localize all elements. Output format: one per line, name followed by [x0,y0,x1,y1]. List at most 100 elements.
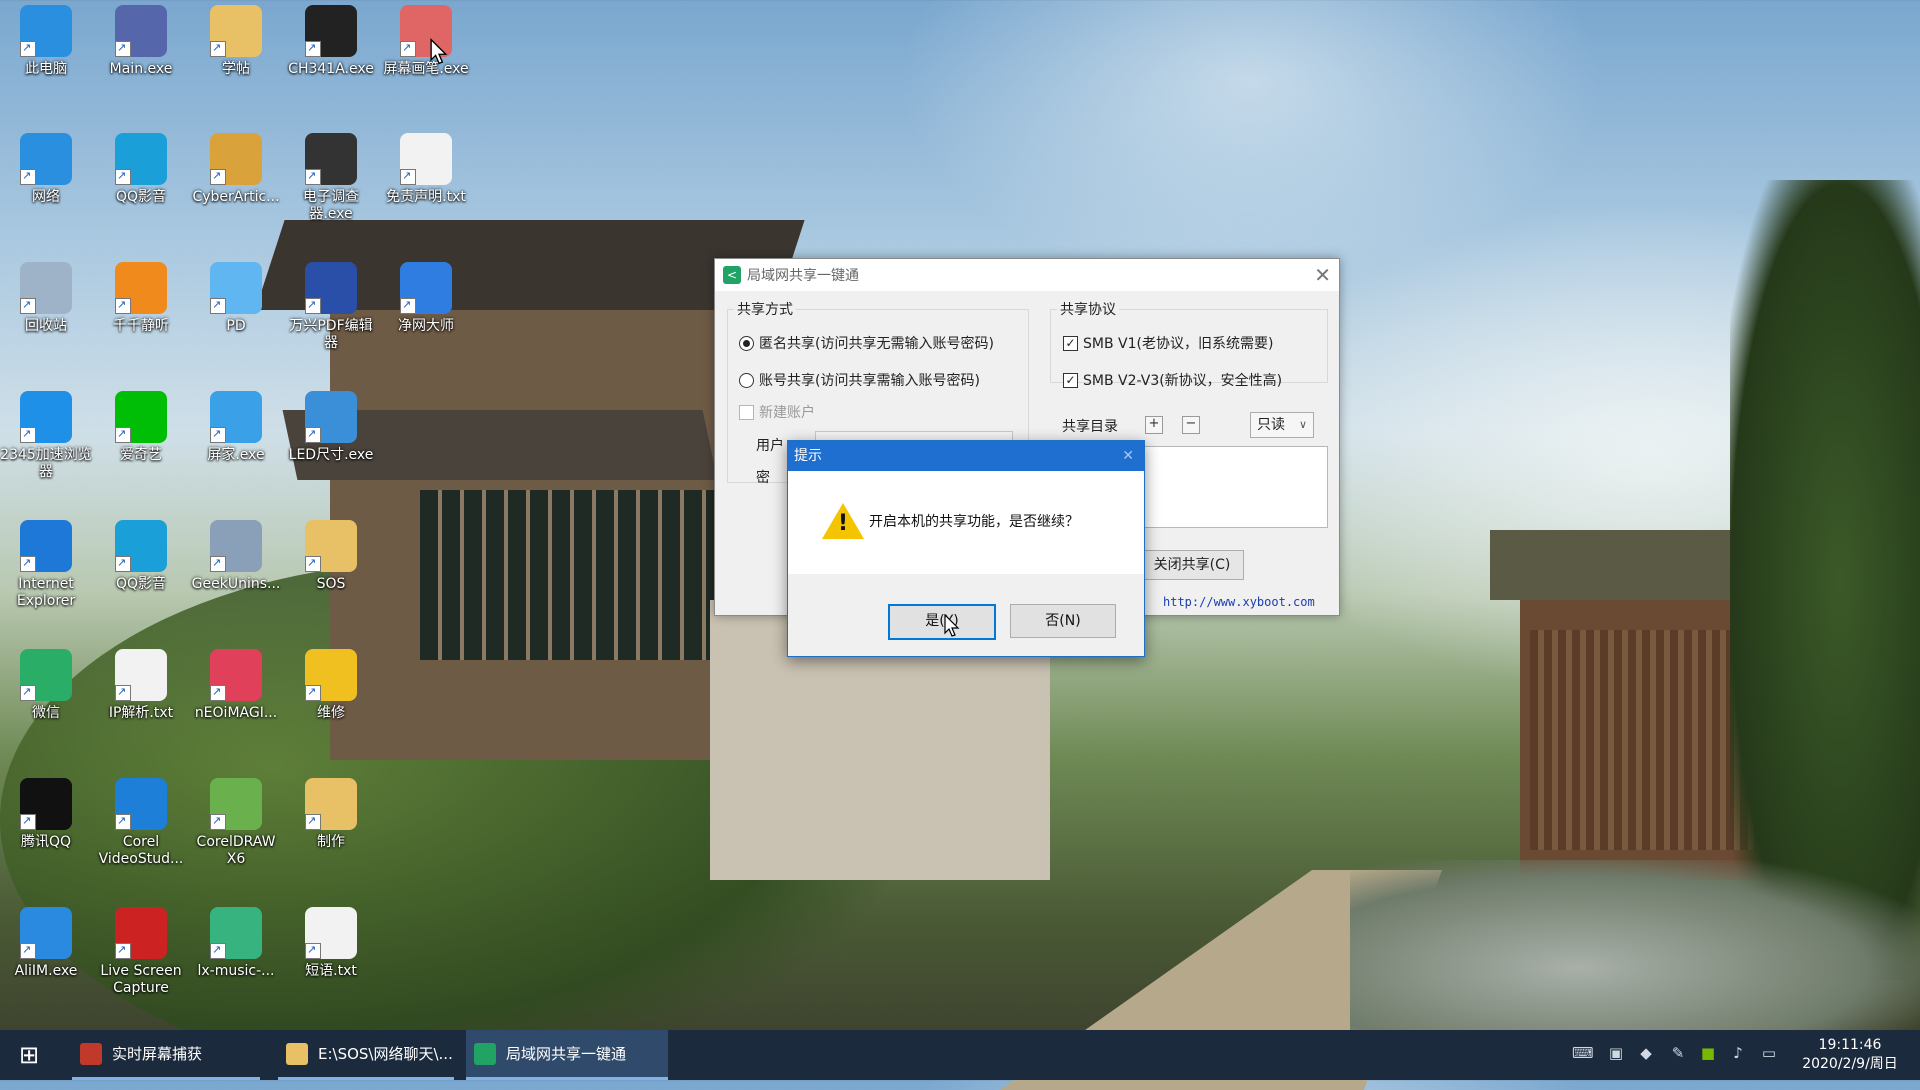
desktop-icon[interactable]: 学帖 [190,5,282,78]
window-close-button[interactable]: ✕ [1314,263,1331,287]
desktop-icon[interactable]: Live Screen Capture [95,907,187,997]
checkbox-box: ✓ [1063,372,1078,388]
app-icon [115,520,167,572]
desktop-icon-label: Main.exe [109,61,173,77]
desktop-icon[interactable]: 微信 [0,649,92,722]
desktop-icon[interactable]: CyberArtic... [190,133,282,206]
desktop-icon[interactable]: IP解析.txt [95,649,187,722]
no-button[interactable]: 否(N) [1010,604,1116,638]
shortcut-arrow-icon [305,296,321,314]
desktop-icon[interactable]: nEOiMAGI... [190,649,282,722]
dialog-titlebar[interactable]: 提示 ✕ [788,441,1144,471]
desktop-icon-label: CH341A.exe [288,61,374,77]
remove-dir-button[interactable]: − [1182,416,1200,434]
window-titlebar[interactable]: < 局域网共享一键通 ✕ [715,259,1339,291]
app-icon [305,391,357,443]
desktop-icon[interactable]: Corel VideoStud... [95,778,187,868]
speaker-icon[interactable]: ♪ [1728,1044,1748,1064]
desktop-icon-label: 免责声明.txt [386,189,466,205]
desktop-icon[interactable]: 免责声明.txt [380,133,472,206]
app-icon [210,907,262,959]
desktop-icon-label: 千千静听 [113,318,169,334]
package-icon[interactable]: ▣ [1606,1044,1626,1064]
desktop-icon-label: IP解析.txt [108,705,174,721]
password-label: 密 [756,470,770,486]
smb-v1-checkbox[interactable]: ✓ SMB V1(老协议，旧系统需要) [1063,333,1273,353]
shortcut-arrow-icon [20,296,36,314]
desktop-icon[interactable]: Internet Explorer [0,520,92,610]
yes-button[interactable]: 是(Y) [888,604,996,640]
access-mode-select[interactable]: 只读 ∨ [1250,412,1314,438]
confirm-dialog[interactable]: 提示 ✕ ! 开启本机的共享功能，是否继续？ 是(Y) 否(N) [787,440,1145,657]
dialog-close-icon[interactable]: ✕ [1122,441,1134,471]
shortcut-arrow-icon [20,941,36,959]
desktop-icon[interactable]: LED尺寸.exe [285,391,377,464]
shield-icon[interactable]: ◆ [1636,1044,1656,1064]
desktop-icon[interactable]: 回收站 [0,262,92,335]
clock[interactable]: 19:11:46 2020/2/9/周日 [1790,1036,1910,1074]
desktop-icon[interactable]: 此电脑 [0,5,92,78]
desktop-icon-label: 学帖 [222,61,250,77]
desktop-icon[interactable]: 制作 [285,778,377,851]
close-share-button[interactable]: 关闭共享(C) [1140,550,1244,580]
checkbox-box: ✓ [1063,335,1078,351]
keyboard-icon[interactable]: ⌨ [1572,1044,1594,1064]
shortcut-arrow-icon [305,167,321,185]
desktop-icon[interactable]: 网络 [0,133,92,206]
add-dir-button[interactable]: + [1145,416,1163,434]
radio-account-share[interactable]: 账号共享(访问共享需输入账号密码) [739,370,980,390]
desktop-icon[interactable]: lx-music-... [190,907,282,980]
desktop-icon[interactable]: 短语.txt [285,907,377,980]
desktop-icon-label: LED尺寸.exe [288,447,374,463]
network-tool-icon[interactable]: ✎ [1668,1044,1688,1064]
shortcut-arrow-icon [305,39,321,57]
desktop-icon[interactable]: PD [190,262,282,335]
desktop-icon[interactable]: 2345加速浏览器 [0,391,92,481]
desktop-icon-label: QQ影音 [115,189,167,205]
desktop-icon[interactable]: 净网大师 [380,262,472,335]
desktop-icon[interactable]: 屏家.exe [190,391,282,464]
desktop-icon[interactable]: 腾讯QQ [0,778,92,851]
website-link[interactable]: http://www.xyboot.com [1163,595,1315,609]
share-dir-label: 共享目录 [1062,419,1118,435]
desktop-icon[interactable]: 万兴PDF编辑器 [285,262,377,352]
app-icon [115,907,167,959]
start-button[interactable]: ⊞ [0,1030,58,1080]
app-icon [305,133,357,185]
shortcut-arrow-icon [400,39,416,57]
desktop-icon-label: CyberArtic... [192,189,280,205]
desktop-icon[interactable]: SOS [285,520,377,593]
desktop-icon[interactable]: QQ影音 [95,520,187,593]
smb-v2-checkbox[interactable]: ✓ SMB V2-V3(新协议，安全性高) [1063,370,1282,390]
taskbar-item[interactable]: 局域网共享一键通 [466,1030,668,1080]
desktop-icon[interactable]: QQ影音 [95,133,187,206]
desktop-icon[interactable]: Main.exe [95,5,187,78]
desktop-icon-label: 屏家.exe [207,447,265,463]
desktop-icon[interactable]: 千千静听 [95,262,187,335]
radio-anonymous-share[interactable]: 匿名共享(访问共享无需输入账号密码) [739,333,994,353]
taskbar-item[interactable]: 实时屏幕捕获 [72,1030,260,1080]
taskbar-item-label: 局域网共享一键通 [506,1045,627,1063]
desktop-icon-label: 爱奇艺 [120,447,162,463]
desktop-icon-label: 维修 [317,705,345,721]
username-label: 用户 [756,438,784,454]
nvidia-icon[interactable]: ■ [1698,1044,1718,1064]
desktop-icon[interactable]: CH341A.exe [285,5,377,78]
desktop-icon[interactable]: AliIM.exe [0,907,92,980]
desktop-icon-label: 净网大师 [398,318,454,334]
desktop-icon[interactable]: 维修 [285,649,377,722]
desktop-icon[interactable]: CorelDRAW X6 [190,778,282,868]
desktop-icon-label: 腾讯QQ [20,834,72,850]
shortcut-arrow-icon [305,425,321,443]
shortcut-arrow-icon [115,39,131,57]
new-account-checkbox[interactable]: 新建账户 [739,402,815,422]
desktop-icon[interactable]: 电子调查器.exe [285,133,377,223]
display-icon[interactable]: ▭ [1759,1044,1779,1064]
smb-v2-label: SMB V2-V3(新协议，安全性高) [1083,373,1283,389]
taskbar-item[interactable]: E:\SOS\网络聊天\... [278,1030,454,1080]
desktop-icon[interactable]: GeekUnins... [190,520,282,593]
desktop-icon[interactable]: 爱奇艺 [95,391,187,464]
desktop-icon[interactable]: 屏幕画笔.exe [380,5,472,78]
radio-anonymous-label: 匿名共享(访问共享无需输入账号密码) [759,336,994,352]
app-icon [20,5,72,57]
